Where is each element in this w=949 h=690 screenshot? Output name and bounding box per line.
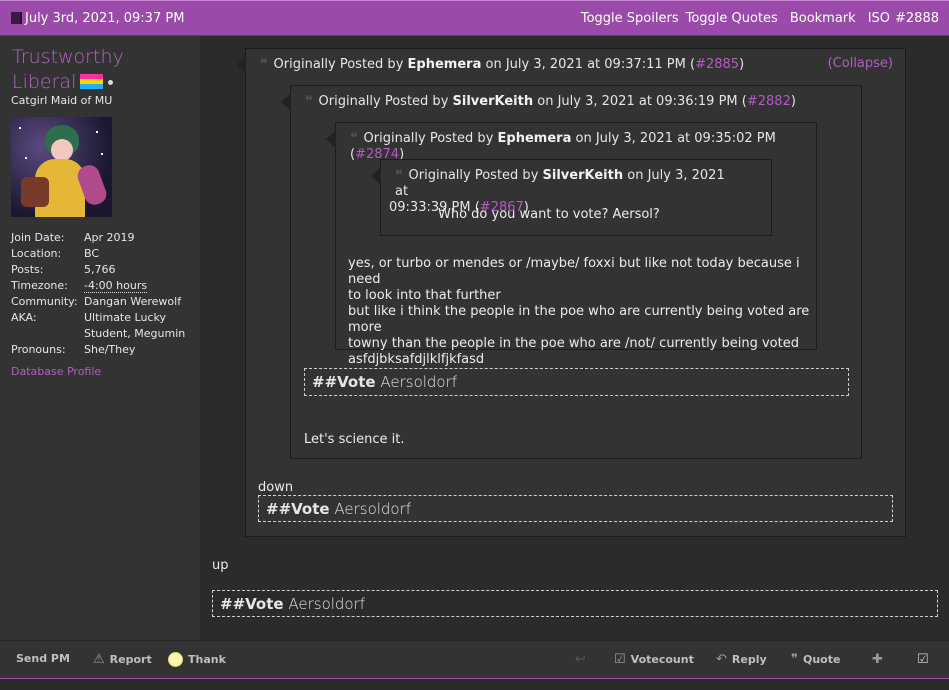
quote-header-2: ❝ Originally Posted by SilverKeith on Jul…	[305, 93, 796, 109]
vote-box: ##Vote Aersoldorf	[212, 590, 938, 617]
multiquote-add-button[interactable]: ✚	[872, 652, 883, 667]
quote-post-link[interactable]: #2885	[695, 57, 739, 72]
votecount-button[interactable]: ☑ Votecount	[614, 652, 694, 667]
reply-button[interactable]: ↶ Reply	[716, 652, 767, 667]
avatar[interactable]	[11, 117, 112, 217]
select-post-button[interactable]: ☑	[917, 652, 929, 667]
checkbox-icon: ☑	[614, 652, 626, 667]
quote-author[interactable]: Ephemera	[498, 131, 572, 146]
send-pm-button[interactable]: Send PM	[16, 652, 70, 665]
quote-body-3: yes, or turbo or mendes or /maybe/ foxxi…	[348, 256, 810, 367]
check-square-icon: ☑	[917, 652, 929, 667]
info-row-join-date: Join Date: Apr 2019	[11, 231, 135, 244]
quote-post-link[interactable]: #2882	[747, 94, 791, 109]
info-row-community: Community: Dangan Werewolf	[11, 295, 182, 308]
post-number-link[interactable]: #2888	[895, 11, 939, 26]
quote-block-1: ❝ Originally Posted by Ephemera on July 3…	[236, 48, 906, 537]
post-content: ❝ Originally Posted by Ephemera on July 3…	[200, 36, 949, 640]
thank-icon	[168, 652, 183, 667]
username-line1[interactable]: Trustworthy	[12, 46, 124, 68]
database-profile-link[interactable]: Database Profile	[11, 365, 101, 378]
quote-body-2: Let's science it.	[304, 432, 405, 447]
quote-mark-icon: ❝	[260, 56, 268, 72]
info-row-timezone: Timezone: -4:00 hours	[11, 279, 148, 293]
username[interactable]: Trustworthy Liberal	[12, 45, 142, 95]
thank-button[interactable]: Thank	[168, 652, 226, 667]
quote-header-1: ❝ Originally Posted by Ephemera on July 3…	[260, 56, 745, 72]
warning-icon: ⚠	[93, 652, 105, 667]
quote-button[interactable]: ❞ Quote	[791, 652, 840, 667]
document-icon	[11, 12, 22, 24]
collapse-link[interactable]: (Collapse)	[828, 56, 893, 72]
online-status-icon	[108, 80, 114, 85]
post-header-links: Toggle Spoilers Toggle Quotes Bookmark I…	[574, 11, 949, 26]
info-row-aka: AKA: Ultimate Lucky Student, Megumin	[11, 311, 186, 340]
toggle-spoilers-link[interactable]: Toggle Spoilers	[581, 11, 679, 26]
post-body-text: up	[212, 558, 229, 573]
info-row-posts: Posts: 5,766	[11, 263, 116, 276]
username-line2[interactable]: Liberal	[12, 71, 76, 93]
multi-quote-button[interactable]: ↩	[575, 652, 586, 667]
reply-all-icon: ↩	[575, 652, 586, 667]
info-row-location: Location: BC	[11, 247, 100, 260]
quote-body-1: down	[258, 480, 294, 495]
quote-block-4: ❝ Originally Posted by SilverKeith on Jul…	[371, 159, 772, 236]
quote-block-2: ❝ Originally Posted by SilverKeith on Jul…	[281, 85, 862, 459]
quote-block-3: ❝ Originally Posted by Ephemera on July 3…	[326, 122, 817, 367]
quote-mark-icon: ❝	[305, 93, 313, 109]
timezone-value[interactable]: -4:00 hours	[84, 279, 148, 293]
quote-mark-icon: ❝	[350, 130, 358, 146]
quote-icon: ❞	[791, 652, 798, 667]
toggle-quotes-link[interactable]: Toggle Quotes	[686, 11, 778, 26]
iso-link[interactable]: ISO	[868, 11, 890, 26]
user-sidebar: Trustworthy Liberal Catgirl Maid of MU J…	[0, 36, 200, 640]
quote-author[interactable]: SilverKeith	[543, 168, 624, 183]
quote-author[interactable]: SilverKeith	[453, 94, 534, 109]
next-post-divider	[0, 678, 949, 690]
bookmark-link[interactable]: Bookmark	[790, 11, 856, 26]
post-header-bar: July 3rd, 2021, 09:37 PM Toggle Spoilers…	[0, 0, 949, 36]
vote-box: ##Vote Aersoldorf	[258, 495, 893, 522]
user-info: Join Date: Apr 2019 Location: BC Posts: 5,7…	[11, 230, 191, 358]
report-button[interactable]: ⚠ Report	[93, 652, 152, 667]
comment-plus-icon: ✚	[872, 652, 883, 667]
pride-flag-icon	[80, 74, 104, 89]
quote-author[interactable]: Ephemera	[408, 57, 482, 72]
quote-body-4: Who do you want to vote? Aersol?	[438, 207, 660, 222]
info-row-pronouns: Pronouns: She/They	[11, 343, 136, 356]
reply-icon: ↶	[716, 652, 727, 667]
post-date: July 3rd, 2021, 09:37 PM	[25, 10, 185, 26]
user-title: Catgirl Maid of MU	[11, 94, 113, 107]
quote-mark-icon: ❝	[395, 167, 403, 183]
vote-box: ##Vote Aersoldorf	[304, 368, 849, 396]
post-footer: Send PM ⚠ Report Thank ↩ ☑ Votecount ↶ Repl…	[0, 640, 949, 679]
